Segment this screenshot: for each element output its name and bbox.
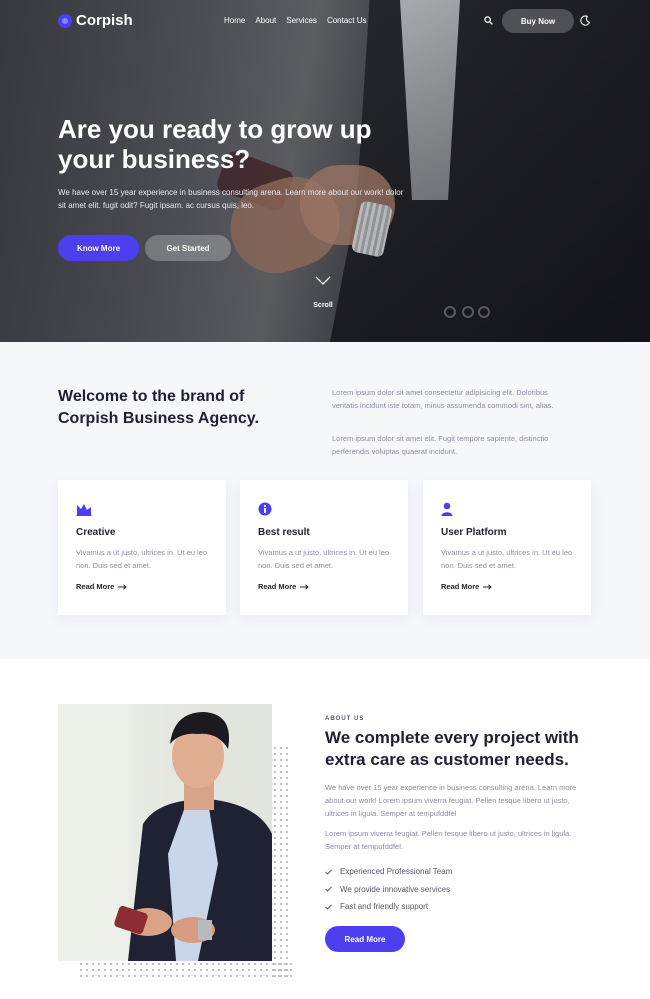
logo[interactable]: Corpish: [58, 12, 133, 29]
check-icon: [325, 869, 332, 875]
logo-mark-icon: [58, 13, 72, 28]
nav-item-contact[interactable]: Contact Us: [327, 16, 367, 25]
about-eyebrow: ABOUT US: [325, 716, 365, 722]
read-more-button[interactable]: Read More: [325, 926, 405, 952]
hero-title: Are you ready to grow up your business?: [58, 114, 372, 174]
know-more-button[interactable]: Know More: [58, 235, 139, 261]
welcome-paragraph: Lorem ipsum dolor sit amet elit. Fugit t…: [332, 434, 549, 456]
about-paragraph: Lorem ipsum viverra feugiat. Pellen tesq…: [325, 829, 572, 851]
search-icon[interactable]: [484, 16, 493, 25]
about-paragraph: We have over 15 year experience in busin…: [325, 783, 577, 818]
about-photo: [58, 704, 272, 961]
card-text: Vivamus a ut justo, ultrices in. Ut eu l…: [441, 548, 573, 570]
hero-subtitle: We have over 15 year experience in busin…: [58, 188, 404, 210]
read-more-link[interactable]: Read More: [76, 582, 128, 591]
read-more-label: Read More: [441, 582, 480, 591]
checklist-item: Fast and friendly support: [325, 898, 452, 916]
card-text: Vivamus a ut justo, ultrices in. Ut eu l…: [258, 548, 390, 570]
card-title: Best result: [258, 527, 310, 538]
nav-item-services[interactable]: Services: [286, 16, 317, 25]
checklist-item: Experienced Professional Team: [325, 863, 452, 881]
moon-icon[interactable]: [580, 15, 591, 26]
feature-card: Best result Vivamus a ut justo, ultrices…: [240, 480, 408, 615]
get-started-button[interactable]: Get Started: [145, 235, 231, 261]
scroll-label[interactable]: Scroll: [300, 302, 346, 309]
navbar: Corpish Home About Services Contact Us B…: [0, 0, 650, 42]
check-icon: [325, 904, 332, 910]
nav-item-home[interactable]: Home: [224, 16, 245, 25]
card-title: Creative: [76, 527, 116, 538]
check-icon: [325, 886, 332, 892]
feature-card: Creative Vivamus a ut justo, ultrices in…: [58, 480, 226, 615]
info-icon: [258, 502, 272, 516]
feature-checklist: Experienced Professional Team We provide…: [325, 863, 452, 916]
arrow-right-icon: [118, 583, 128, 590]
about-title: We complete every project with extra car…: [325, 728, 579, 769]
buy-now-button[interactable]: Buy Now: [502, 9, 574, 33]
arrow-right-icon: [483, 583, 493, 590]
card-title: User Platform: [441, 527, 507, 538]
checklist-label: Fast and friendly support: [340, 902, 429, 912]
read-more-link[interactable]: Read More: [258, 582, 310, 591]
dot-pattern: [272, 745, 292, 978]
logo-text: Corpish: [76, 12, 133, 29]
card-text: Vivamus a ut justo, ultrices in. Ut eu l…: [76, 548, 208, 570]
chart-icon: [76, 504, 92, 516]
dot-pattern: [78, 961, 292, 979]
read-more-link[interactable]: Read More: [441, 582, 493, 591]
user-icon: [441, 502, 453, 516]
welcome-title: Welcome to the brand of Corpish Business…: [58, 388, 259, 427]
checklist-item: We provide innovative services: [325, 881, 452, 899]
read-more-label: Read More: [76, 582, 115, 591]
read-more-label: Read More: [258, 582, 297, 591]
checklist-label: Experienced Professional Team: [340, 867, 453, 877]
businessman-illustration: [58, 704, 272, 961]
nav-item-about[interactable]: About: [255, 16, 276, 25]
chevron-down-icon[interactable]: [315, 276, 331, 286]
main-menu: Home About Services Contact Us: [224, 16, 367, 25]
checklist-label: We provide innovative services: [340, 884, 451, 894]
feature-card: User Platform Vivamus a ut justo, ultric…: [423, 480, 591, 615]
welcome-paragraph: Lorem ipsum dolor sit amet consectetur a…: [332, 388, 554, 410]
arrow-right-icon: [300, 583, 310, 590]
